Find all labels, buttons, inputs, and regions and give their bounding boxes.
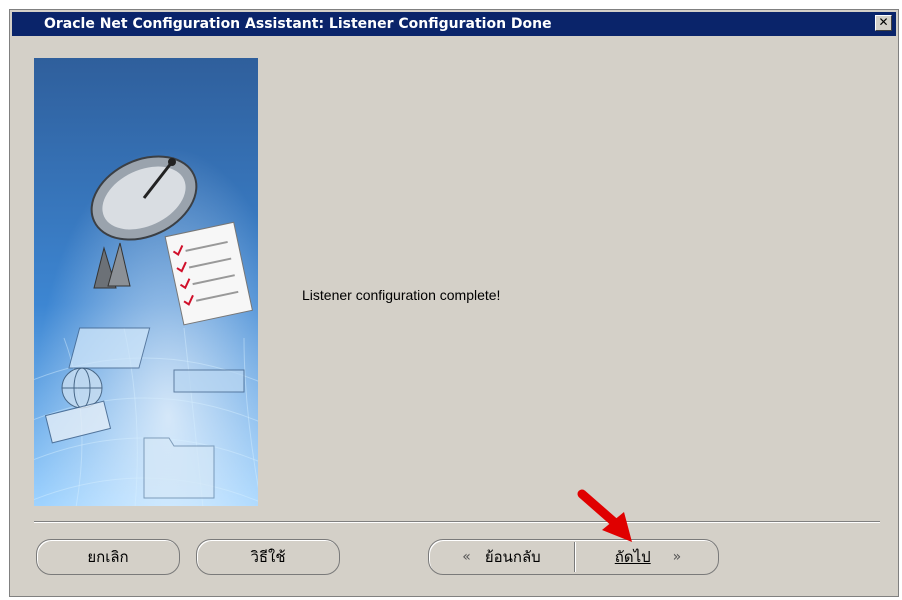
wizard-illustration xyxy=(34,58,258,506)
cancel-button-label: ยกเลิก xyxy=(87,548,129,566)
chevron-left-icon: « xyxy=(462,549,471,565)
close-button[interactable]: ✕ xyxy=(875,15,892,31)
annotation-arrow-icon xyxy=(577,489,632,542)
chevron-right-icon: » xyxy=(672,549,682,565)
folder-icon xyxy=(143,437,215,499)
globe-icon xyxy=(61,367,103,409)
help-button[interactable]: วิธีใช้ xyxy=(196,539,340,575)
status-message: Listener configuration complete! xyxy=(302,287,501,303)
dialog-window: Oracle Net Configuration Assistant: List… xyxy=(9,9,899,597)
close-icon: ✕ xyxy=(878,15,889,29)
help-button-label: วิธีใช้ xyxy=(250,548,286,566)
button-divider xyxy=(34,521,880,523)
title-bar: Oracle Net Configuration Assistant: List… xyxy=(12,12,896,36)
cancel-button[interactable]: ยกเลิก xyxy=(36,539,180,575)
back-button[interactable]: « ย้อนกลับ xyxy=(429,540,574,574)
back-button-label: ย้อนกลับ xyxy=(484,548,541,566)
window-title: Oracle Net Configuration Assistant: List… xyxy=(44,16,552,32)
